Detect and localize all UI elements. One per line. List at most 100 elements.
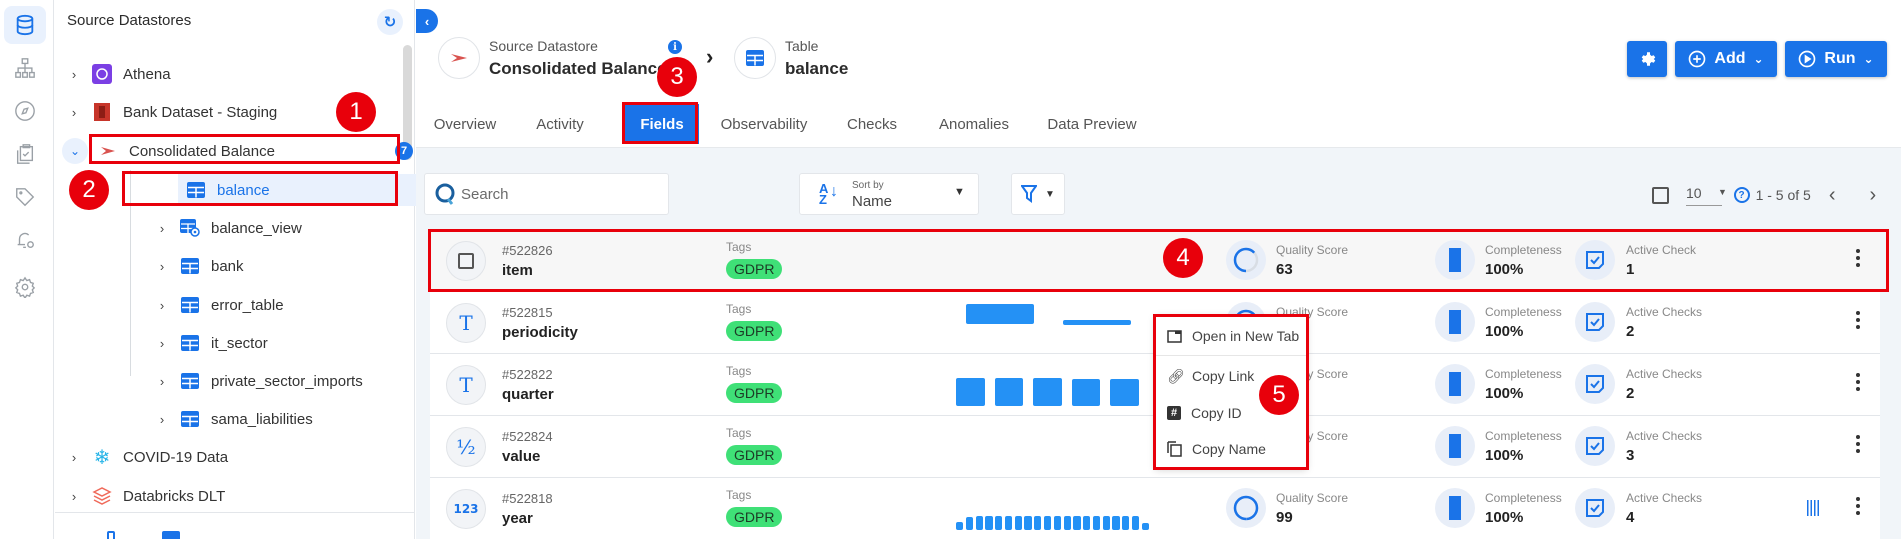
completeness-badge (1435, 488, 1475, 528)
tab-activity[interactable]: Activity (522, 104, 598, 144)
table-item-it-sector[interactable]: › it_sector (155, 327, 268, 359)
add-button[interactable]: Add ⌄ (1675, 41, 1777, 77)
tags-label: Tags (726, 364, 752, 378)
rail-notifications[interactable] (4, 221, 46, 259)
active-checks-value: 4 (1626, 509, 1635, 526)
more-options-icon[interactable] (1855, 497, 1861, 515)
field-row[interactable]: 123 #522818 year Tags GDPR Quality Score 99 Com… (430, 478, 1880, 539)
datastore-sidebar: Source Datastores ↻ › Athena › Bank Data… (55, 0, 450, 539)
table-avatar (734, 37, 776, 79)
sidebar-divider (55, 512, 415, 513)
chevron-right-icon[interactable]: › (67, 450, 81, 465)
more-options-icon[interactable] (1855, 373, 1861, 391)
active-checks-label: Active Checks (1626, 367, 1703, 381)
chevron-down-icon: ⌄ (1863, 52, 1874, 66)
chevron-right-icon[interactable]: › (155, 259, 169, 274)
table-item-private-sector-imports[interactable]: › private_sector_imports (155, 365, 363, 397)
quality-ring-icon (1233, 495, 1259, 521)
tag-badge[interactable]: GDPR (726, 445, 783, 465)
histogram-bar (1092, 516, 1101, 530)
datastore-name[interactable]: Consolidated Balance (489, 59, 667, 79)
collapse-sidebar-button[interactable]: ‹ (416, 9, 438, 33)
field-name[interactable]: year (502, 510, 533, 527)
quality-score-label: Quality Score (1276, 491, 1349, 505)
histogram-bar (1053, 516, 1062, 530)
run-label: Run (1824, 50, 1856, 67)
table-item-error-table[interactable]: › error_table (155, 289, 284, 321)
rail-settings[interactable] (4, 268, 46, 306)
table-label: sama_liabilities (211, 410, 313, 428)
run-button[interactable]: Run ⌄ (1785, 41, 1887, 77)
datastore-databricks-dlt[interactable]: › Databricks DLT (67, 480, 225, 512)
plus-circle-icon (1689, 50, 1706, 68)
field-name[interactable]: quarter (502, 386, 554, 403)
histogram-bar (965, 517, 974, 530)
rail-hierarchy[interactable] (4, 49, 46, 87)
rail-checks[interactable] (4, 135, 46, 173)
athena-icon (91, 63, 113, 85)
chevron-right-icon[interactable]: › (67, 67, 81, 82)
chevron-right-icon[interactable]: › (67, 105, 81, 120)
chevron-right-icon[interactable]: › (67, 489, 81, 504)
chevron-right-icon[interactable]: › (155, 298, 169, 313)
active-checks-label: Active Checks (1626, 305, 1703, 319)
page-size-select[interactable]: 10 ▼ (1686, 184, 1727, 206)
rail-tags[interactable] (4, 178, 46, 216)
datastore-bank-dataset-staging[interactable]: › Bank Dataset - Staging (67, 96, 277, 128)
completeness-value: 100% (1485, 323, 1524, 340)
chevron-right-icon[interactable]: › (155, 374, 169, 389)
annotation-marker-4: 4 (1163, 238, 1203, 278)
histogram-bar (1122, 516, 1130, 530)
tag-badge[interactable]: GDPR (726, 383, 783, 403)
table-item-balance-view[interactable]: › balance_view (155, 212, 302, 244)
arrow-down-icon: ↓ (830, 183, 838, 200)
sort-value: Name (852, 193, 893, 210)
tab-checks[interactable]: Checks (842, 104, 902, 144)
histogram-bar (1063, 320, 1131, 325)
sort-select[interactable]: AZ ↓ Sort by Name ▼ (799, 173, 979, 215)
database-icon (16, 14, 34, 36)
chevron-right-icon[interactable]: › (155, 221, 169, 236)
page-range: 1 - 5 of 5 (1755, 187, 1811, 203)
active-checks-badge (1575, 488, 1615, 528)
tab-data-preview[interactable]: Data Preview (1042, 104, 1142, 144)
datastore-covid-19-data[interactable]: › ❄ COVID-19 Data (67, 441, 228, 473)
table-item-sama-liabilities[interactable]: › sama_liabilities (155, 403, 313, 435)
refresh-button[interactable]: ↻ (377, 9, 403, 35)
rail-datastores[interactable] (4, 6, 46, 44)
field-type-badge: 123 (446, 489, 486, 529)
tab-anomalies[interactable]: Anomalies (934, 104, 1014, 144)
fraction-type-icon: ½ (456, 435, 476, 459)
tab-overview[interactable]: Overview (426, 104, 504, 144)
field-type-badge: ½ (446, 427, 486, 467)
tag-badge[interactable]: GDPR (726, 321, 783, 341)
barcode-icon[interactable] (1807, 500, 1821, 516)
search-icon (435, 183, 455, 205)
field-name[interactable]: periodicity (502, 324, 578, 341)
filter-button[interactable]: ▼ (1011, 173, 1065, 215)
more-options-icon[interactable] (1855, 311, 1861, 329)
field-name[interactable]: value (502, 448, 540, 465)
select-all-checkbox[interactable] (1652, 186, 1669, 204)
datastore-athena[interactable]: › Athena (67, 58, 171, 90)
next-page-button[interactable]: › (1870, 184, 1877, 207)
field-id: #522822 (502, 367, 553, 382)
tab-observability[interactable]: Observability (716, 104, 812, 144)
table-item-bank[interactable]: › bank (155, 250, 244, 282)
settings-button[interactable] (1627, 41, 1667, 77)
search-field[interactable] (424, 173, 669, 215)
sitemap-icon (15, 58, 35, 78)
previous-page-button[interactable]: ‹ (1829, 184, 1836, 207)
chevron-right-icon[interactable]: › (155, 412, 169, 427)
help-icon[interactable]: ? (1733, 187, 1750, 203)
completeness-badge (1435, 426, 1475, 466)
chevron-down-icon[interactable]: ⌄ (62, 138, 88, 164)
info-icon[interactable]: i (668, 40, 682, 54)
page-size-value: 10 (1686, 184, 1702, 201)
search-input[interactable] (461, 185, 661, 203)
rail-explore[interactable] (4, 92, 46, 130)
filter-icon (1021, 185, 1038, 203)
tag-badge[interactable]: GDPR (726, 507, 783, 527)
chevron-right-icon[interactable]: › (155, 336, 169, 351)
more-options-icon[interactable] (1855, 435, 1861, 453)
